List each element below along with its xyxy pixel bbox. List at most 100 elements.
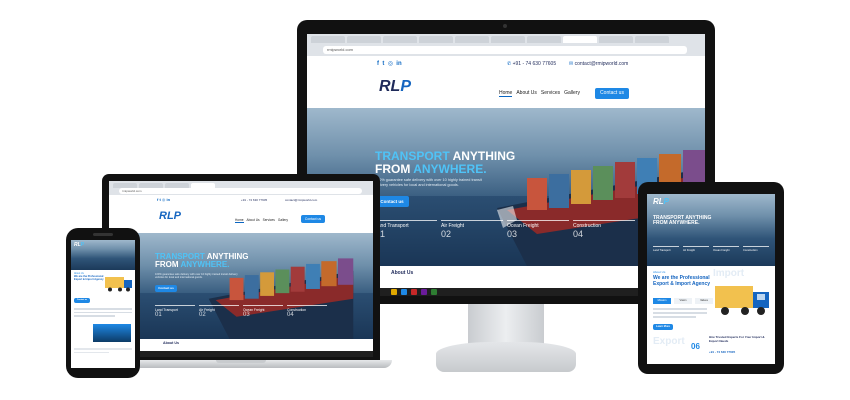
nav-about[interactable]: About Us: [247, 218, 260, 223]
header-contact-button[interactable]: Contact us: [595, 88, 629, 99]
browser-tab[interactable]: [491, 36, 525, 43]
export-watermark: Export: [653, 336, 685, 347]
about-label: About Us: [653, 270, 666, 274]
feature-construction[interactable]: Construction: [743, 246, 769, 252]
about-text-lines: [653, 308, 707, 320]
browser-tab[interactable]: [599, 36, 633, 43]
hero-contact-button[interactable]: Contact us: [155, 285, 177, 292]
nav-about[interactable]: About Us: [516, 90, 537, 97]
feature-land-transport[interactable]: Land Transport: [653, 246, 679, 252]
laptop-hero: TRANSPORT ANYTHING FROM ANYWHERE. 100% g…: [109, 233, 373, 339]
hero-subtitle: 100% guarantee safe delivery with over 1…: [155, 273, 238, 280]
laptop-lid: rmipworld.com f t ◎ in +91 - 74 630 7760…: [102, 174, 380, 360]
app-icon[interactable]: [411, 289, 417, 295]
monitor-stand-neck: [468, 304, 544, 344]
nav-home[interactable]: Home: [499, 90, 513, 97]
app-icon[interactable]: [421, 289, 427, 295]
hero-contact-button[interactable]: Contact us: [375, 196, 409, 207]
browser-tab[interactable]: [527, 36, 561, 43]
feature-air-freight[interactable]: Air Freight: [683, 246, 709, 252]
years-badge: 06: [691, 342, 700, 351]
nav-services[interactable]: Services: [541, 90, 560, 97]
tab-mission[interactable]: Mission: [653, 298, 671, 304]
tablet-screen: RLP TRANSPORT ANYTHING FROM ANYWHERE. Lan…: [647, 194, 775, 364]
truck-image: [105, 277, 132, 292]
twitter-icon[interactable]: t: [382, 61, 384, 67]
app-icon[interactable]: [431, 289, 437, 295]
header-email[interactable]: ✉ contact@rmipworld.com: [569, 61, 628, 67]
feature-construction[interactable]: Construction 04: [573, 220, 635, 239]
site-logo[interactable]: RLP: [653, 197, 669, 206]
browser-tab-active[interactable]: [563, 36, 597, 43]
tab-values[interactable]: Values: [695, 298, 713, 304]
phone-screen: RLP About Us We are the Professional Exp…: [71, 240, 135, 368]
learn-more-button[interactable]: Learn More: [653, 324, 673, 330]
about-heading: About Us: [163, 341, 179, 345]
phone-contact-button[interactable]: Contact us: [74, 298, 90, 303]
feature-land-transport[interactable]: Land Transport 01: [375, 220, 437, 239]
tab-vision[interactable]: Vision: [674, 298, 692, 304]
os-taskbar: [109, 351, 373, 357]
tablet-hero: RLP TRANSPORT ANYTHING FROM ANYWHERE. Lan…: [647, 194, 775, 266]
nav-home[interactable]: Home: [235, 218, 244, 223]
phone-text-lines: [74, 308, 132, 319]
contact-cta-text: Hire Trusted Experts For Your Import & E…: [709, 335, 765, 343]
monitor-camera: [503, 24, 507, 28]
header-phone[interactable]: +91 - 74 630 77605: [241, 198, 267, 202]
facebook-icon[interactable]: f: [377, 61, 379, 67]
browser-tab[interactable]: [383, 36, 417, 43]
mail-icon: ✉: [569, 61, 574, 67]
linkedin-icon[interactable]: in: [396, 61, 401, 67]
import-watermark: Import: [713, 268, 745, 279]
browser-tab[interactable]: [419, 36, 453, 43]
feature-ocean-freight[interactable]: Ocean Freight: [713, 246, 739, 252]
header-contact-button[interactable]: Contact us: [301, 215, 325, 223]
laptop-browser-chrome: rmipworld.com: [109, 181, 373, 195]
hero-title: TRANSPORT ANYTHING FROM ANYWHERE.: [155, 252, 249, 270]
hero-subtitle: 100% guarantee safe delivery with over 1…: [375, 178, 482, 187]
site-header: f t ◎ in ✆ +91 - 74 630 77605 ✉ contact@…: [307, 56, 705, 108]
feature-construction[interactable]: Construction 04: [287, 305, 327, 318]
about-title: We are the Professional Export & Import …: [653, 275, 711, 287]
social-icons: f t ◎ in: [157, 197, 171, 202]
address-bar-text: rmipworld.com: [327, 47, 354, 52]
site-logo[interactable]: RLP: [74, 242, 84, 248]
feature-air-freight[interactable]: Air Freight 02: [199, 305, 239, 318]
address-bar[interactable]: rmipworld.com: [119, 188, 362, 194]
site-logo[interactable]: RLP: [379, 78, 411, 96]
hero-title: TRANSPORT ANYTHING FROM ANYWHERE.: [375, 149, 516, 176]
main-nav: Home About Us Services Gallery: [235, 218, 288, 223]
feature-ocean-freight[interactable]: Ocean Freight 03: [243, 305, 283, 318]
contact-cta-phone[interactable]: +91 - 74 630 77605: [709, 350, 735, 354]
hero-title: TRANSPORT ANYTHING FROM ANYWHERE.: [653, 215, 712, 227]
nav-services[interactable]: Services: [263, 218, 275, 223]
main-nav: Home About Us Services Gallery: [499, 90, 580, 97]
browser-tab[interactable]: [455, 36, 489, 43]
header-email[interactable]: contact@rmipworld.com: [285, 198, 317, 202]
about-title: We are the Professional Export & Import …: [74, 275, 104, 281]
app-icon[interactable]: [401, 289, 407, 295]
phone-speaker: [93, 233, 113, 236]
truck-image: [715, 286, 769, 315]
site-logo[interactable]: RLP: [159, 210, 181, 222]
instagram-icon[interactable]: ◎: [388, 61, 393, 67]
feature-ocean-freight[interactable]: Ocean Freight 03: [507, 220, 569, 239]
laptop-screen: rmipworld.com f t ◎ in +91 - 74 630 7760…: [109, 181, 373, 357]
nav-gallery[interactable]: Gallery: [564, 90, 580, 97]
browser-tab[interactable]: [635, 36, 669, 43]
about-heading: About Us: [391, 270, 414, 276]
feature-land-transport[interactable]: Land Transport 01: [155, 305, 195, 318]
tablet-device: RLP TRANSPORT ANYTHING FROM ANYWHERE. Lan…: [638, 182, 784, 374]
browser-tab[interactable]: [311, 36, 345, 43]
nav-gallery[interactable]: Gallery: [278, 218, 288, 223]
monitor-stand-base: [436, 342, 576, 372]
app-icon[interactable]: [391, 289, 397, 295]
phone-hero: RLP: [71, 240, 135, 270]
phone-image-block: [93, 324, 131, 342]
browser-tab[interactable]: [347, 36, 381, 43]
browser-chrome: rmipworld.com: [307, 34, 705, 56]
address-bar[interactable]: rmipworld.com: [323, 46, 687, 54]
phone-footer-lines: [74, 348, 132, 353]
feature-air-freight[interactable]: Air Freight 02: [441, 220, 503, 239]
header-phone[interactable]: ✆ +91 - 74 630 77605: [507, 61, 556, 67]
